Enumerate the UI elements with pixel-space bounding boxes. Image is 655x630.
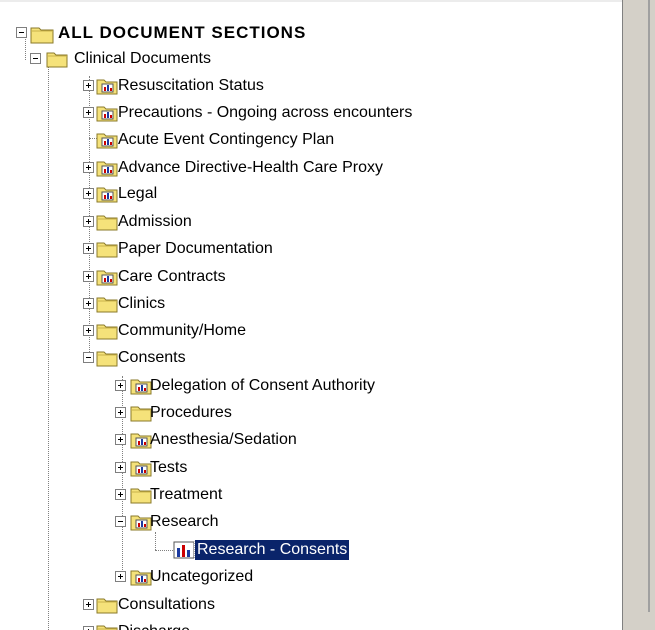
expand-toggle[interactable] <box>83 188 94 199</box>
tree-item-label: Uncategorized <box>150 568 254 585</box>
tree-root-row[interactable]: ALL DOCUMENT SECTIONS <box>0 20 622 48</box>
tree-item[interactable]: Paper Documentation <box>0 236 622 264</box>
collapse-toggle[interactable] <box>30 53 41 64</box>
tree-item[interactable]: Treatment <box>0 482 622 510</box>
expand-toggle[interactable] <box>83 80 94 91</box>
tree-item-label: Clinics <box>118 295 166 312</box>
tree-item-label: Discharge <box>118 622 190 630</box>
tree-item-label: Advance Directive-Health Care Proxy <box>118 159 383 176</box>
tree-item[interactable]: Acute Event Contingency Plan <box>0 127 622 155</box>
tree-item[interactable]: Uncategorized <box>0 564 622 592</box>
tree-item[interactable]: Legal <box>0 181 622 209</box>
collapse-toggle[interactable] <box>83 352 94 363</box>
report-folder-icon <box>130 377 152 395</box>
tree-item-label: Care Contracts <box>118 268 226 285</box>
folder-icon <box>96 295 118 313</box>
tree-item[interactable]: Consents <box>0 345 622 373</box>
report-folder-icon <box>130 459 152 477</box>
tree-item[interactable]: Consultations <box>0 592 622 620</box>
report-folder-icon <box>96 131 118 149</box>
report-folder-icon <box>96 77 118 95</box>
tree-item-label: Tests <box>150 459 188 476</box>
expand-toggle[interactable] <box>83 325 94 336</box>
collapse-toggle[interactable] <box>115 516 126 527</box>
tree-item-label: Legal <box>118 185 158 202</box>
folder-icon <box>96 596 118 614</box>
tree-item-label: Treatment <box>150 486 223 503</box>
folder-icon <box>130 404 152 422</box>
tree-item[interactable]: Resuscitation Status <box>0 73 622 101</box>
report-folder-icon <box>130 513 152 531</box>
tree-item-label: Consultations <box>118 596 215 613</box>
tree-item-label: Consents <box>118 349 186 366</box>
tree-item-label: Resuscitation Status <box>118 77 264 94</box>
expand-toggle[interactable] <box>83 271 94 282</box>
tree-item[interactable]: Research - Consents <box>0 537 622 565</box>
expand-toggle[interactable] <box>83 162 94 173</box>
folder-icon <box>96 213 118 231</box>
folder-icon <box>96 322 118 340</box>
expand-toggle[interactable] <box>83 243 94 254</box>
report-folder-icon <box>130 431 152 449</box>
tree-item[interactable]: Clinical Documents <box>0 46 622 74</box>
document-sections-tree[interactable]: ALL DOCUMENT SECTIONS Clinical Documents… <box>0 0 622 630</box>
tree-item-label: Clinical Documents <box>74 50 211 67</box>
expand-toggle[interactable] <box>83 216 94 227</box>
tree-root-label: ALL DOCUMENT SECTIONS <box>58 23 307 42</box>
folder-icon <box>130 486 152 504</box>
vertical-scrollbar[interactable] <box>622 0 655 630</box>
top-edge <box>0 0 622 2</box>
document-tree-window: ALL DOCUMENT SECTIONS Clinical Documents… <box>0 0 655 630</box>
tree-item-label: Admission <box>118 213 192 230</box>
tree-item[interactable]: Care Contracts <box>0 264 622 292</box>
expand-toggle[interactable] <box>83 107 94 118</box>
tree-item[interactable]: Tests <box>0 455 622 483</box>
tree-item[interactable]: Discharge <box>0 619 622 630</box>
tree-item-label: Research <box>150 513 219 530</box>
tree-item-label: Paper Documentation <box>118 240 273 257</box>
report-folder-icon <box>96 185 118 203</box>
scrollbar-track[interactable] <box>626 0 650 612</box>
tree-item[interactable]: Admission <box>0 209 622 237</box>
tree-item-label: Community/Home <box>118 322 247 339</box>
folder-icon <box>96 240 118 258</box>
expand-toggle[interactable] <box>83 298 94 309</box>
tree-item-label: Acute Event Contingency Plan <box>118 131 335 148</box>
expand-toggle[interactable] <box>115 380 126 391</box>
tree-item[interactable]: Procedures <box>0 400 622 428</box>
report-folder-icon <box>96 159 118 177</box>
tree-item-label: Delegation of Consent Authority <box>150 377 376 394</box>
tree-item[interactable]: Research <box>0 509 622 537</box>
tree-item-label: Precautions - Ongoing across encounters <box>118 104 413 121</box>
expand-toggle[interactable] <box>115 407 126 418</box>
folder-icon <box>96 623 118 630</box>
expand-toggle[interactable] <box>83 626 94 630</box>
report-folder-icon <box>130 568 152 586</box>
folder-icon <box>96 349 118 367</box>
tree-item-label: Procedures <box>150 404 232 421</box>
expand-toggle[interactable] <box>83 599 94 610</box>
tree-item-label: Research - Consents <box>193 539 351 561</box>
expand-toggle[interactable] <box>115 434 126 445</box>
tree-item[interactable]: Community/Home <box>0 318 622 346</box>
expand-toggle[interactable] <box>115 462 126 473</box>
folder-icon <box>46 50 68 68</box>
tree-item[interactable]: Anesthesia/Sedation <box>0 427 622 455</box>
expand-toggle[interactable] <box>115 489 126 500</box>
report-folder-icon <box>96 104 118 122</box>
tree-item[interactable]: Precautions - Ongoing across encounters <box>0 100 622 128</box>
report-folder-icon <box>96 268 118 286</box>
tree-item[interactable]: Clinics <box>0 291 622 319</box>
bar-chart-icon <box>173 541 195 559</box>
collapse-toggle[interactable] <box>16 27 27 38</box>
expand-toggle[interactable] <box>115 571 126 582</box>
folder-icon <box>30 24 54 44</box>
tree-item[interactable]: Delegation of Consent Authority <box>0 373 622 401</box>
tree-item-label: Anesthesia/Sedation <box>150 431 297 448</box>
tree-item[interactable]: Advance Directive-Health Care Proxy <box>0 155 622 183</box>
